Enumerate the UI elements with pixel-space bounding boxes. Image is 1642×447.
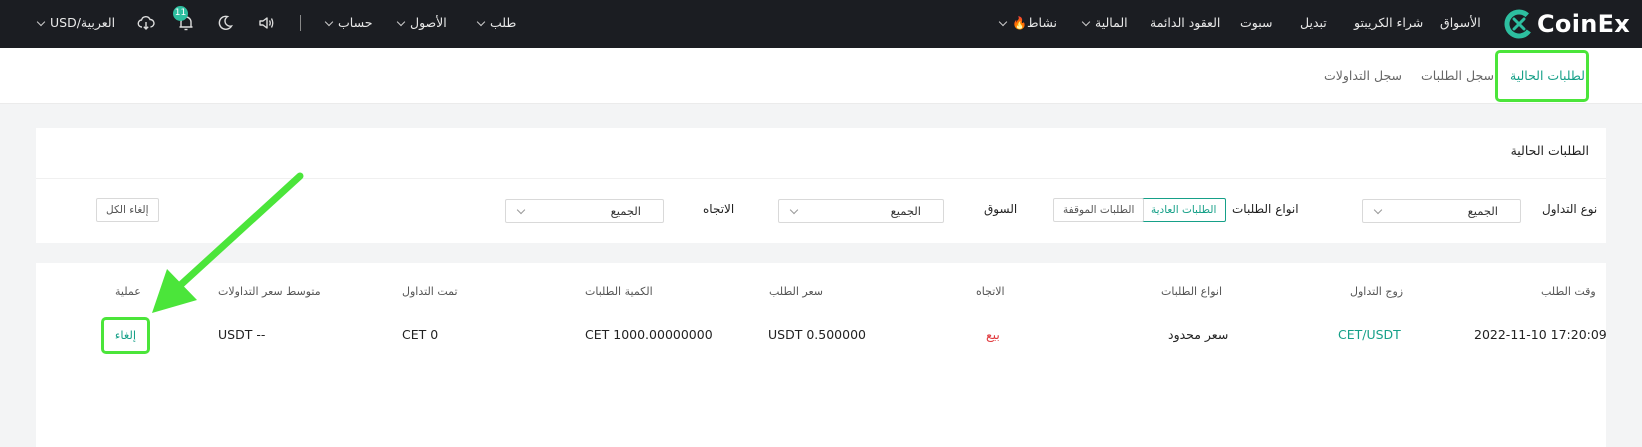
order-types-label: انواع الطلبات: [1232, 202, 1299, 216]
nav-account-label: حساب: [338, 15, 373, 30]
direction-select[interactable]: الجميع: [505, 199, 664, 223]
chevron-down-icon: [36, 17, 46, 27]
nav-finance-label: المالية: [1095, 15, 1128, 30]
tab-highlight-box: [1495, 50, 1589, 102]
nav-account[interactable]: حساب: [324, 0, 373, 46]
chevron-down-icon: [476, 17, 486, 27]
chevron-down-icon: [789, 205, 799, 215]
nav-buy-crypto[interactable]: شراء الكريبتو: [1354, 0, 1423, 46]
nav-markets[interactable]: الأسواق: [1440, 0, 1481, 46]
trade-type-label: نوع التداول: [1542, 202, 1598, 216]
cell-price: 0.500000 USDT: [768, 327, 866, 342]
nav-assets-label: الأصول: [410, 15, 447, 30]
nav-orders[interactable]: طلب: [476, 0, 517, 46]
chevron-down-icon: [396, 17, 406, 27]
header-pair: زوج التداول: [1350, 285, 1404, 298]
direction-label: الاتجاه: [703, 202, 735, 216]
direction-value: الجميع: [610, 204, 641, 218]
nav-futures[interactable]: العقود الدائمة: [1150, 0, 1220, 46]
cell-order-type: سعر محدود: [1168, 327, 1229, 342]
header-action: عملية: [115, 285, 141, 298]
trade-type-value: الجميع: [1467, 204, 1498, 218]
orders-table: وقت الطلب زوج التداول انواع الطلبات الات…: [36, 263, 1607, 447]
cell-pair[interactable]: CET/USDT: [1338, 327, 1401, 342]
chevron-down-icon: [1373, 205, 1383, 215]
coinex-logo-icon: [1504, 9, 1534, 39]
nav-swap[interactable]: تبديل: [1300, 0, 1327, 46]
cell-amount: 1000.00000000 CET: [585, 327, 713, 342]
market-select[interactable]: الجميع: [778, 199, 944, 223]
cancel-highlight-box: إلغاء: [101, 317, 150, 354]
chevron-down-icon: [324, 17, 334, 27]
moon-icon[interactable]: [215, 13, 235, 33]
chevron-down-icon: [998, 17, 1008, 27]
header-order-time: وقت الطلب: [1541, 285, 1596, 298]
trade-type-select[interactable]: الجميع: [1362, 199, 1521, 223]
nav-divider: [300, 15, 301, 31]
orders-tab-bar: سجل التداولات سجل الطلبات الطلبات الحالي…: [0, 48, 1642, 104]
header-order-type: انواع الطلبات: [1161, 285, 1223, 298]
stop-orders-button[interactable]: الطلبات الموقفة: [1053, 198, 1145, 222]
cancel-all-button[interactable]: إلغاء الكل: [96, 198, 159, 222]
header-executed: تمت التداول: [402, 285, 458, 298]
brand-name: CoinEx: [1537, 10, 1631, 38]
language-currency-label: USD/العربية: [50, 15, 116, 30]
coinex-logo[interactable]: CoinEx: [1503, 7, 1633, 41]
header-amount: الكمية الطلبات: [585, 285, 653, 298]
chevron-down-icon: [516, 205, 526, 215]
header-price: سعر الطلب: [769, 285, 823, 298]
cell-avg-price: -- USDT: [218, 327, 266, 342]
fire-icon: 🔥: [1012, 16, 1027, 30]
section-title: الطلبات الحالية: [1510, 143, 1589, 158]
top-navbar: CoinEx الأسواق شراء الكريبتو تبديل سبوت …: [0, 0, 1642, 48]
divider: [36, 178, 1606, 179]
header-direction: الاتجاه: [976, 285, 1005, 298]
cell-order-time: 2022-11-10 17:20:09: [1474, 327, 1607, 342]
nav-assets[interactable]: الأصول: [396, 0, 447, 46]
nav-finance[interactable]: المالية: [1081, 0, 1128, 46]
market-value: الجميع: [890, 204, 921, 218]
cell-direction: بيع: [986, 327, 1000, 342]
cell-executed: 0 CET: [402, 327, 439, 342]
cancel-order-button[interactable]: إلغاء: [104, 328, 147, 342]
nav-activity-label: نشاط: [1026, 15, 1057, 30]
filter-card: الطلبات الحالية نوع التداول الجميع انواع…: [36, 128, 1606, 243]
market-label: السوق: [984, 202, 1018, 216]
header-avg-price: متوسط سعر التداولات: [218, 285, 321, 298]
normal-orders-button[interactable]: الطلبات العادية: [1141, 198, 1227, 222]
language-currency-selector[interactable]: USD/العربية: [36, 0, 116, 46]
tab-trade-history[interactable]: سجل التداولات: [1324, 48, 1402, 104]
notification-badge: 11: [173, 6, 188, 21]
download-cloud-icon[interactable]: [136, 13, 156, 33]
speaker-icon[interactable]: [256, 13, 276, 33]
nav-orders-label: طلب: [490, 15, 517, 30]
tab-order-history[interactable]: سجل الطلبات: [1421, 48, 1494, 104]
nav-activity[interactable]: 🔥نشاط: [998, 0, 1057, 46]
chevron-down-icon: [1081, 17, 1091, 27]
nav-spot[interactable]: سبوت: [1240, 0, 1272, 46]
